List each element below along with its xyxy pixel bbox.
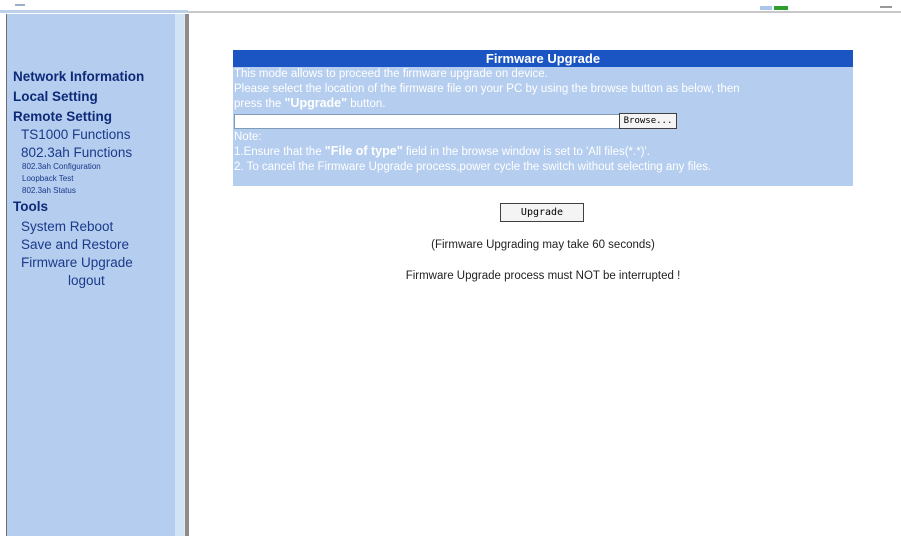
note-1: 1.Ensure that the "File of type" field i… [233,144,853,160]
panel-line-1: This mode allows to proceed the firmware… [234,68,548,80]
sidebar-edge [175,14,184,536]
line3-suffix: button. [347,98,386,110]
interrupt-warning: Firmware Upgrade process must NOT be int… [405,270,681,282]
nav-ts1000-functions[interactable]: TS1000 Functions [21,127,144,142]
note1-suffix: field in the browse window is set to 'Al… [402,146,650,158]
time-notice: (Firmware Upgrading may take 60 seconds) [431,239,655,251]
nav-8023ah-functions[interactable]: 802.3ah Functions [21,145,144,160]
note1-prefix: 1.Ensure that the [234,146,325,158]
window-top-strip [0,0,901,14]
top-left-bar [0,10,188,13]
nav-8023ah-configuration[interactable]: 802.3ah Configuration [22,162,144,171]
note-label: Note: [234,130,262,143]
line3-bold: "Upgrade" [284,96,348,110]
line3-prefix: press the [234,98,285,110]
nav-8023ah-status[interactable]: 802.3ah Status [22,186,144,195]
file-select-row: Browse... [233,112,853,130]
panel-title: Firmware Upgrade [233,50,853,67]
top-decoration [774,6,788,10]
upgrade-button[interactable]: Upgrade [500,203,584,222]
browse-button[interactable]: Browse... [619,112,677,129]
nav-local-setting[interactable]: Local Setting [13,89,144,104]
panel-line-3: press the "Upgrade" button. [233,96,853,112]
nav-network-information[interactable]: Network Information [13,69,144,84]
nav-remote-setting[interactable]: Remote Setting [13,109,144,124]
note1-bold: "File of type" [324,144,403,158]
frame-divider[interactable] [184,14,189,536]
firmware-file-input[interactable] [234,113,620,129]
note-2: 2. To cancel the Firmware Upgrade proces… [234,160,712,173]
nav-logout[interactable]: logout [68,273,144,288]
nav-loopback-test[interactable]: Loopback Test [22,174,144,183]
nav-firmware-upgrade[interactable]: Firmware Upgrade [21,255,144,270]
top-decoration [15,4,25,6]
nav-tools[interactable]: Tools [13,199,144,214]
nav-save-and-restore[interactable]: Save and Restore [21,237,144,252]
nav-system-reboot[interactable]: System Reboot [21,219,144,234]
top-decoration [880,6,892,8]
top-right-bar [188,11,901,13]
top-decoration [760,6,772,10]
panel-line-2: Please select the location of the firmwa… [234,82,740,95]
sidebar-nav: Network Information Local Setting Remote… [13,69,144,288]
firmware-upgrade-panel: Firmware Upgrade This mode allows to pro… [233,50,853,186]
